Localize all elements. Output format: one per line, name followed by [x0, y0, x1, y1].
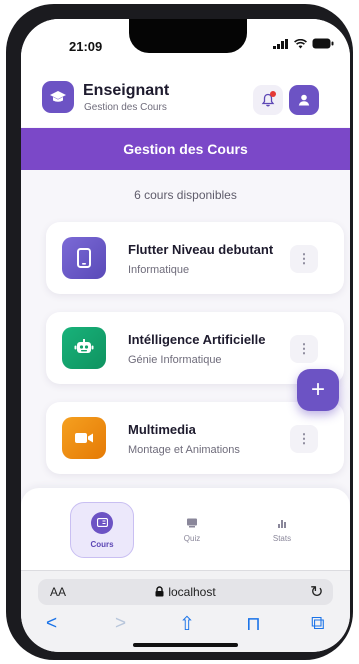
nav-label: Cours	[90, 539, 114, 549]
course-card[interactable]: Multimedia Montage et Animations ⋮	[46, 402, 344, 474]
stats-icon	[278, 519, 286, 528]
browser-nav-tools: < > ⇧ ⊓ ⧉	[21, 613, 350, 643]
bottom-nav: Cours Quiz Stats	[21, 488, 350, 570]
back-button[interactable]: <	[46, 613, 57, 635]
course-title: Intélligence Artificielle	[128, 332, 266, 347]
course-menu-button[interactable]: ⋮	[290, 245, 318, 273]
notifications-button[interactable]	[253, 85, 283, 115]
phone-frame: 21:09 Enseignant Gestion des Cours Gesti…	[6, 4, 353, 660]
share-button[interactable]: ⇧	[179, 613, 195, 636]
nav-label: Quiz	[183, 533, 201, 543]
course-category: Montage et Animations	[128, 444, 240, 456]
video-icon	[62, 417, 106, 459]
nav-item-cours[interactable]: Cours	[70, 502, 134, 558]
reload-button[interactable]: ↻	[310, 582, 323, 602]
nav-item-quiz[interactable]: Quiz	[160, 502, 224, 558]
dynamic-island	[129, 19, 247, 53]
course-category: Informatique	[128, 264, 190, 276]
course-card[interactable]: Flutter Niveau debutant Informatique ⋮	[46, 222, 344, 294]
browser-toolbar: AA localhost ↻ < > ⇧ ⊓ ⧉	[21, 570, 350, 652]
status-icons	[273, 38, 334, 49]
robot-icon	[62, 327, 106, 369]
nav-item-stats[interactable]: Stats	[250, 502, 314, 558]
app-header: Enseignant Gestion des Cours	[21, 69, 350, 127]
header-subtitle: Gestion des Cours	[84, 102, 167, 113]
add-course-button[interactable]: +	[297, 369, 339, 411]
bookmarks-button[interactable]: ⊓	[246, 613, 261, 636]
url-display[interactable]: localhost	[38, 585, 333, 599]
course-title: Multimedia	[128, 422, 196, 437]
notification-dot	[270, 91, 276, 97]
wifi-icon	[294, 38, 307, 48]
address-bar[interactable]: AA localhost ↻	[38, 579, 333, 605]
header-title: Enseignant	[83, 82, 170, 99]
battery-icon	[312, 38, 334, 49]
profile-button[interactable]	[289, 85, 319, 115]
course-count: 6 cours disponibles	[134, 188, 237, 202]
status-time: 21:09	[69, 39, 103, 54]
forward-button[interactable]: >	[115, 613, 126, 635]
phone-screen: 21:09 Enseignant Gestion des Cours Gesti…	[21, 19, 350, 652]
home-indicator	[133, 643, 238, 647]
lock-icon	[155, 586, 164, 597]
status-bar: 21:09	[21, 19, 350, 69]
course-icon	[91, 511, 113, 534]
url-text: localhost	[168, 585, 216, 599]
course-menu-button[interactable]: ⋮	[290, 425, 318, 453]
phone-icon	[62, 237, 106, 279]
graduation-cap-icon	[42, 81, 74, 113]
course-title: Flutter Niveau debutant	[128, 242, 274, 257]
page-banner: Gestion des Cours	[21, 128, 350, 170]
user-icon	[298, 94, 310, 106]
signal-icon	[273, 38, 288, 49]
course-category: Génie Informatique	[128, 354, 222, 366]
tabs-button[interactable]: ⧉	[311, 613, 325, 635]
nav-label: Stats	[272, 533, 292, 543]
quiz-icon	[187, 518, 197, 527]
course-menu-button[interactable]: ⋮	[290, 335, 318, 363]
